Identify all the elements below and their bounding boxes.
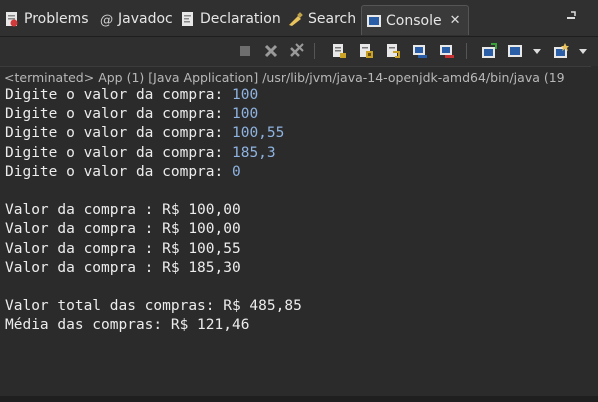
console-line: Digite o valor da compra: 100 [5,105,302,124]
console-icon [366,13,382,29]
open-console-icon[interactable] [552,42,570,60]
chevron-down-icon[interactable] [574,42,592,60]
console-line: Média das compras: R$ 121,46 [5,316,302,335]
console-text: Valor total das compras: R$ 485,85 [5,298,302,315]
display-selected-console-icon[interactable] [506,42,524,60]
console-output: Digite o valor da compra: 100 Digite o va… [5,86,302,335]
view-tab-bar: Problems @ Javadoc Declaration Search Co… [0,0,598,37]
pin-console-icon[interactable] [480,42,498,60]
console-line: Valor da compra : R$ 100,00 [5,220,302,239]
console-line: Digite o valor da compra: 100 [5,86,302,105]
console-text: Valor da compra : R$ 185,30 [5,259,241,276]
user-input: 185,3 [231,144,276,161]
tab-declaration[interactable]: Declaration [180,6,281,32]
console-text: Digite o valor da compra: [5,87,232,103]
console-toolbar [0,37,598,66]
console-text: Valor da compra : R$ 100,55 [5,240,241,257]
svg-text:@: @ [100,13,113,27]
tab-label: Console [386,12,442,29]
declaration-icon [180,11,196,27]
clear-console-icon[interactable] [330,42,348,60]
user-input: 0 [231,163,241,180]
word-wrap-icon[interactable] [384,42,402,60]
tab-label: Search [308,11,357,27]
bottom-border [0,396,598,402]
console-line: Valor da compra : R$ 100,55 [5,240,302,259]
console-text: Média das compras: R$ 121,46 [5,317,250,334]
console-line: Valor da compra : R$ 100,00 [5,201,302,220]
problems-icon [4,11,20,27]
remove-launch-icon[interactable] [262,42,280,60]
close-tab-icon[interactable]: ✕ [450,13,461,28]
javadoc-icon: @ [98,11,114,28]
chevron-down-icon[interactable] [528,42,546,60]
console-output-area[interactable]: <terminated> App (1) [Java Application] … [0,66,598,397]
vertical-scrollbar[interactable] [591,66,598,396]
scroll-lock-icon[interactable] [357,42,375,60]
console-text: Digite o valor da compra: [5,125,232,142]
show-stderr-icon[interactable] [438,42,456,60]
console-line: Valor total das compras: R$ 485,85 [5,297,302,316]
console-line: Digite o valor da compra: 100,55 [5,124,302,143]
user-input: 100,55 [231,125,285,142]
show-stdout-icon[interactable] [411,42,429,60]
console-line: Valor da compra : R$ 185,30 [5,259,302,278]
process-status: <terminated> App (1) [Java Application] … [4,70,565,85]
minimize-view-icon[interactable] [566,10,578,24]
console-text: Valor da compra : R$ 100,00 [5,221,241,238]
search-icon [288,11,304,27]
tab-problems[interactable]: Problems [4,6,89,32]
tab-console[interactable]: Console ✕ [361,5,470,35]
console-line: Digite o valor da compra: 0 [5,163,302,182]
console-text: Digite o valor da compra: [5,144,232,161]
user-input: 100 [231,87,259,103]
terminate-icon[interactable] [236,42,254,60]
console-text: Digite o valor da compra: [5,163,232,180]
tab-label: Problems [24,11,89,27]
tab-label: Declaration [200,11,281,27]
tab-javadoc[interactable]: @ Javadoc [98,6,173,32]
remove-all-terminated-icon[interactable] [288,42,306,60]
tab-search[interactable]: Search [288,6,356,32]
console-text: Digite o valor da compra: [5,106,232,123]
tab-label: Javadoc [118,11,173,27]
console-line: Digite o valor da compra: 185,3 [5,144,302,163]
user-input: 100 [231,106,259,123]
console-text: Valor da compra : R$ 100,00 [5,202,241,219]
